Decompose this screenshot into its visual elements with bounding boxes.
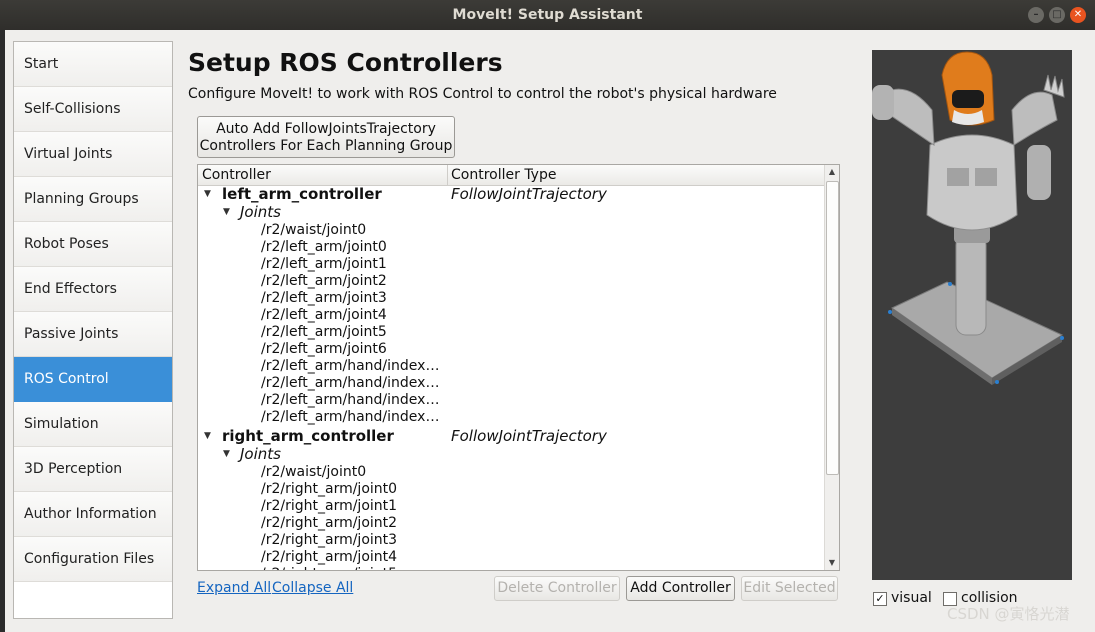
joint-row[interactable]: /r2/left_arm/joint0 [198,239,824,256]
joint-row[interactable]: /r2/waist/joint0 [198,222,824,239]
expand-all-link[interactable]: Expand All [197,580,271,596]
sidebar-item-planning-groups[interactable]: Planning Groups [14,177,172,222]
controllers-tree[interactable]: Controller Controller Type ▼ left_arm_con… [197,164,840,571]
controller-name: right_arm_controller [222,427,394,445]
joint-name: /r2/right_arm/joint2 [261,515,398,531]
visual-checkbox-label: visual [891,590,932,606]
column-header-controller-type[interactable]: Controller Type [451,167,556,183]
tree-rows: ▼ left_arm_controller FollowJointTrajector… [198,186,824,570]
sidebar-item-passive-joints[interactable]: Passive Joints [14,312,172,357]
visual-checkbox[interactable]: ✓ [873,592,887,606]
sidebar-item-end-effectors[interactable]: End Effectors [14,267,172,312]
joint-name: /r2/right_arm/joint0 [261,481,398,497]
joints-group-row[interactable]: ▼ Joints [198,446,824,463]
joint-row[interactable]: /r2/left_arm/joint4 [198,307,824,324]
joint-name: /r2/waist/joint0 [261,222,367,238]
joint-row[interactable]: /r2/right_arm/joint1 [198,498,824,515]
delete-controller-button[interactable]: Delete Controller [494,576,620,601]
controller-type: FollowJointTrajectory [451,427,607,445]
joint-name: /r2/left_arm/joint1 [261,256,387,272]
close-button[interactable]: ✕ [1070,7,1086,23]
maximize-button[interactable]: □ [1049,7,1065,23]
window-titlebar: MoveIt! Setup Assistant – □ ✕ [0,0,1095,30]
joint-name: /r2/right_arm/joint4 [261,549,398,565]
robot-model-render [872,51,1065,385]
joint-row[interactable]: /r2/left_arm/hand/index… [198,392,824,409]
joint-row[interactable]: /r2/right_arm/joint5 [198,566,824,570]
expand-arrow-icon[interactable]: ▼ [204,186,211,203]
expand-arrow-icon[interactable]: ▼ [223,204,230,221]
joint-row[interactable]: /r2/left_arm/hand/index… [198,375,824,392]
tree-header: Controller Controller Type [198,165,824,186]
main-window: Start Self-Collisions Virtual Joints Planni… [5,30,1095,632]
collapse-all-link[interactable]: Collapse All [272,580,353,596]
robot-3d-viewer[interactable] [872,50,1072,580]
joint-row[interactable]: /r2/left_arm/joint1 [198,256,824,273]
sidebar-item-3d-perception[interactable]: 3D Perception [14,447,172,492]
joint-row[interactable]: /r2/left_arm/joint5 [198,324,824,341]
controller-type: FollowJointTrajectory [451,186,607,203]
joint-row[interactable]: /r2/left_arm/hand/index… [198,409,824,426]
scroll-up-arrow-icon[interactable]: ▲ [825,165,839,179]
joint-name: /r2/right_arm/joint1 [261,498,398,514]
joints-label: Joints [240,203,281,221]
joint-row[interactable]: /r2/right_arm/joint0 [198,481,824,498]
controller-row[interactable]: ▼ left_arm_controller FollowJointTrajector… [198,186,824,203]
joint-name: /r2/left_arm/joint0 [261,239,387,255]
watermark-text: CSDN @寅恪光潜 [947,605,1070,623]
sidebar-item-author-information[interactable]: Author Information [14,492,172,537]
joint-row[interactable]: /r2/left_arm/joint6 [198,341,824,358]
joint-row[interactable]: /r2/waist/joint0 [198,464,824,481]
joint-row[interactable]: /r2/right_arm/joint4 [198,549,824,566]
controller-row[interactable]: ▼ right_arm_controller FollowJointTrajecto… [198,428,824,445]
sidebar-item-robot-poses[interactable]: Robot Poses [14,222,172,267]
edit-selected-button[interactable]: Edit Selected [741,576,838,601]
sidebar-item-simulation[interactable]: Simulation [14,402,172,447]
auto-add-label-line1: Auto Add FollowJointsTrajectory [216,121,436,137]
joint-name: /r2/right_arm/joint5 [261,566,397,570]
joint-row[interactable]: /r2/right_arm/joint2 [198,515,824,532]
joint-name: /r2/left_arm/hand/index… [261,375,440,391]
expand-arrow-icon[interactable]: ▼ [223,446,230,463]
sidebar-item-configuration-files[interactable]: Configuration Files [14,537,172,582]
window-title: MoveIt! Setup Assistant [452,7,643,23]
scroll-down-arrow-icon[interactable]: ▼ [825,556,839,570]
joints-group-row[interactable]: ▼ Joints [198,204,824,221]
joint-name: /r2/left_arm/hand/index… [261,392,440,408]
page-title: Setup ROS Controllers [188,48,503,77]
joint-name: /r2/right_arm/joint3 [261,532,398,548]
scrollbar-thumb[interactable] [826,181,839,475]
joints-label: Joints [240,445,281,463]
column-divider[interactable] [447,165,448,185]
joint-name: /r2/left_arm/joint3 [261,290,387,306]
joint-name: /r2/left_arm/joint2 [261,273,387,289]
joint-name: /r2/left_arm/joint4 [261,307,387,323]
sidebar-item-start[interactable]: Start [14,42,172,87]
joint-row[interactable]: /r2/left_arm/joint3 [198,290,824,307]
joint-name: /r2/left_arm/joint6 [261,341,387,357]
auto-add-label-line2: Controllers For Each Planning Group [199,138,453,154]
sidebar-item-ros-control[interactable]: ROS Control [14,357,172,402]
joint-row[interactable]: /r2/left_arm/hand/index… [198,358,824,375]
column-header-controller[interactable]: Controller [202,167,271,183]
joint-name: /r2/waist/joint0 [261,464,367,480]
expand-arrow-icon[interactable]: ▼ [204,428,211,445]
sidebar-item-self-collisions[interactable]: Self-Collisions [14,87,172,132]
sidebar-nav: Start Self-Collisions Virtual Joints Planni… [13,41,173,619]
controller-name: left_arm_controller [222,186,382,203]
page-subtitle: Configure MoveIt! to work with ROS Contr… [188,86,777,102]
joint-name: /r2/left_arm/hand/index… [261,358,440,374]
joint-row[interactable]: /r2/left_arm/joint2 [198,273,824,290]
minimize-button[interactable]: – [1028,7,1044,23]
add-controller-button[interactable]: Add Controller [626,576,735,601]
joint-row[interactable]: /r2/right_arm/joint3 [198,532,824,549]
vertical-scrollbar[interactable]: ▲ ▼ [824,165,839,570]
joint-name: /r2/left_arm/joint5 [261,324,387,340]
auto-add-controllers-button[interactable]: Auto Add FollowJointsTrajectory Controll… [197,116,455,158]
sidebar-item-virtual-joints[interactable]: Virtual Joints [14,132,172,177]
joint-name: /r2/left_arm/hand/index… [261,409,440,425]
